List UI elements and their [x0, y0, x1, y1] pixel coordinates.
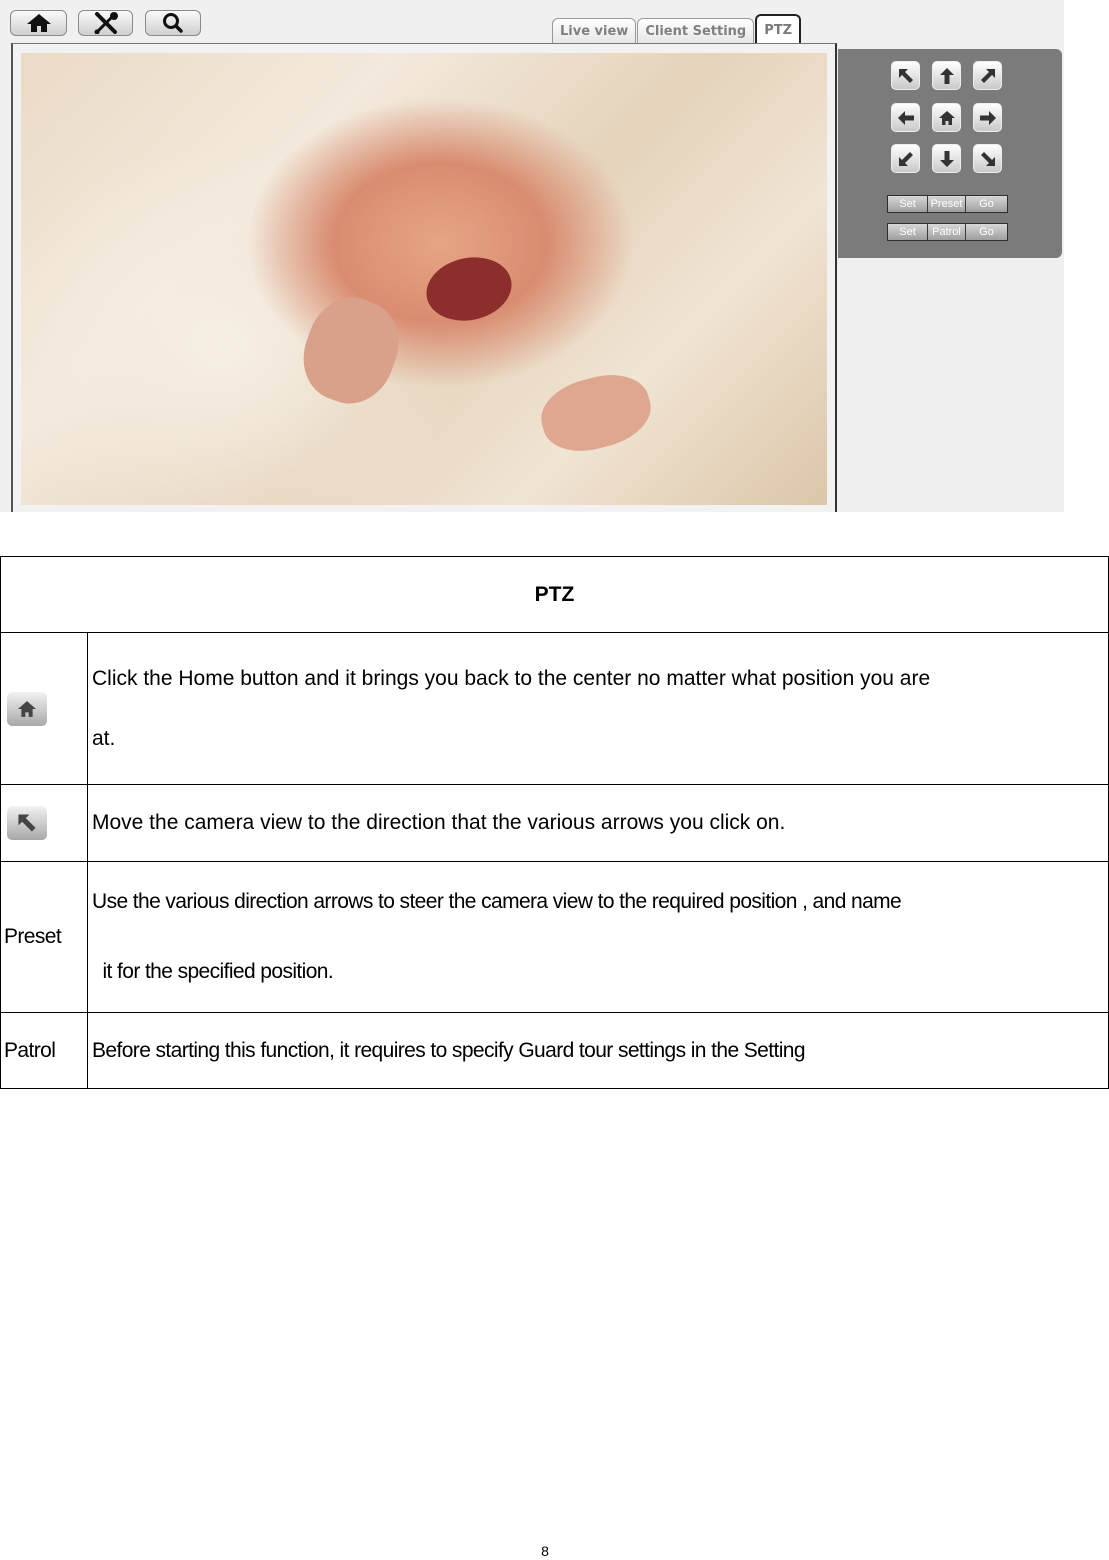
home-icon — [18, 700, 36, 717]
search-button[interactable] — [145, 10, 201, 36]
pan-up-right-button[interactable] — [973, 61, 1002, 90]
preset-select[interactable]: Preset — [928, 196, 966, 212]
row-key: Preset — [0, 861, 88, 1013]
camera-live-view — [21, 53, 827, 505]
pan-down-left-button[interactable] — [891, 144, 920, 173]
pan-left-button[interactable] — [891, 103, 920, 132]
tools-icon — [94, 12, 118, 34]
ptz-home-button[interactable] — [932, 103, 961, 132]
pan-right-button[interactable] — [973, 103, 1002, 132]
home-button[interactable] — [10, 10, 67, 36]
row-key — [0, 632, 88, 785]
go-patrol-button[interactable]: Go — [966, 224, 1007, 240]
arrow-up-left-icon — [18, 814, 36, 832]
row-description: Click the Home button and it brings you … — [87, 632, 1109, 785]
set-preset-button[interactable]: Set — [888, 196, 928, 212]
home-icon — [26, 14, 51, 32]
home-button-image — [7, 691, 47, 726]
tab-ptz[interactable]: PTZ — [755, 14, 802, 44]
patrol-select[interactable]: Patrol — [928, 224, 966, 240]
arrow-down-icon — [939, 150, 954, 167]
table-title: PTZ — [0, 556, 1109, 633]
arrow-up-left-icon — [898, 68, 913, 83]
set-patrol-button[interactable]: Set — [888, 224, 928, 240]
tilt-up-button[interactable] — [932, 61, 961, 90]
view-tabs: Live view Client Setting PTZ — [552, 14, 802, 44]
arrow-up-right-icon — [980, 68, 995, 83]
pan-down-right-button[interactable] — [973, 144, 1002, 173]
table-row: Move the camera view to the direction th… — [0, 784, 1109, 862]
patrol-controls: Set Patrol Go — [887, 223, 1008, 241]
arrow-up-icon — [939, 67, 954, 84]
table-row: Click the Home button and it brings you … — [0, 632, 1109, 785]
row-description: Move the camera view to the direction th… — [87, 784, 1109, 862]
home-icon — [938, 110, 955, 125]
page-number: 8 — [541, 1543, 549, 1559]
camera-web-ui-screenshot: Live view Client Setting PTZ Set Preset … — [0, 0, 1064, 512]
tab-client-setting[interactable]: Client Setting — [637, 18, 755, 44]
tab-live-view[interactable]: Live view — [552, 18, 637, 44]
search-icon — [163, 13, 183, 33]
settings-button[interactable] — [78, 10, 133, 36]
go-preset-button[interactable]: Go — [966, 196, 1007, 212]
row-key: Patrol — [0, 1012, 88, 1089]
table-row: Preset Use the various direction arrows … — [0, 861, 1109, 1013]
arrow-down-left-icon — [898, 151, 913, 166]
row-description: Use the various direction arrows to stee… — [87, 861, 1109, 1013]
pan-up-left-button[interactable] — [891, 61, 920, 90]
ptz-description-table: PTZ Click the Home button and it brings … — [0, 556, 1109, 1089]
tilt-down-button[interactable] — [932, 144, 961, 173]
table-row: Patrol Before starting this function, it… — [0, 1012, 1109, 1089]
preset-controls: Set Preset Go — [887, 195, 1008, 213]
arrow-right-icon — [979, 110, 996, 125]
arrow-button-image — [7, 806, 47, 840]
arrow-left-icon — [897, 110, 914, 125]
row-description: Before starting this function, it requir… — [87, 1012, 1109, 1089]
arrow-down-right-icon — [980, 151, 995, 166]
row-key — [0, 784, 88, 862]
